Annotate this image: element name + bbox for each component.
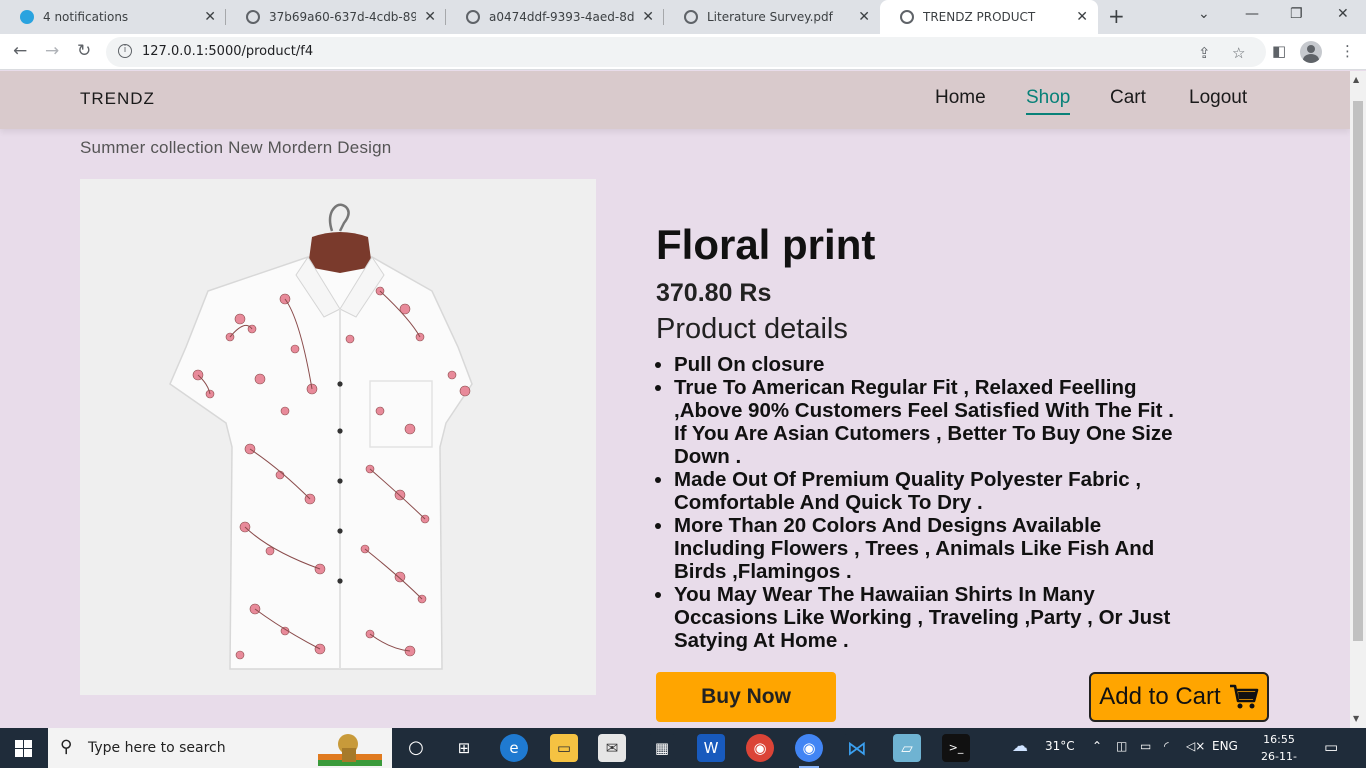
side-panel-icon[interactable]: ◧ (1272, 42, 1286, 60)
taskbar-clock[interactable]: 16:55 26-11-2022 (1255, 731, 1303, 768)
tab-uuid-2[interactable]: a0474ddf-9393-4aed-8d2b-6 ✕ (446, 0, 664, 34)
tab-title: TRENDZ PRODUCT (923, 10, 1036, 24)
tab-title: Literature Survey.pdf (707, 10, 833, 24)
add-to-cart-button[interactable]: Add to Cart (1089, 672, 1269, 722)
list-item: Pull On closure (674, 353, 1184, 376)
close-tab-icon[interactable]: ✕ (424, 9, 436, 25)
profile-avatar-icon[interactable] (1300, 41, 1322, 63)
bookmark-star-icon[interactable]: ☆ (1232, 44, 1245, 62)
windows-taskbar: ⚲ Type here to search ○ ⊞ e ▭ ✉ ▦ W ◉ ◉ … (0, 728, 1366, 768)
battery-icon[interactable]: ▭ (1140, 739, 1151, 753)
minimize-icon[interactable]: — (1245, 6, 1259, 22)
restore-icon[interactable]: ❐ (1290, 6, 1303, 22)
shopping-cart-icon (1229, 684, 1259, 709)
product-image (80, 179, 596, 695)
nav-home[interactable]: Home (935, 87, 986, 109)
product-price: 370.80 Rs (656, 279, 772, 307)
url-text[interactable]: 127.0.0.1:5000/product/f4 (142, 44, 313, 59)
product-details-heading: Product details (656, 313, 848, 345)
nav-logout[interactable]: Logout (1189, 87, 1247, 109)
meet-now-icon[interactable]: ◫ (1116, 739, 1127, 753)
close-window-icon[interactable]: ✕ (1337, 6, 1349, 22)
reload-icon[interactable]: ↻ (77, 41, 91, 61)
widgets-icon[interactable]: ⊞ (450, 734, 478, 762)
close-tab-icon[interactable]: ✕ (858, 9, 870, 25)
tab-title: a0474ddf-9393-4aed-8d2b-6 (489, 10, 635, 24)
nav-cart[interactable]: Cart (1110, 87, 1146, 109)
search-placeholder: Type here to search (88, 740, 226, 756)
globe-icon (684, 10, 698, 24)
taskbar-search-box[interactable]: ⚲ Type here to search (48, 728, 392, 768)
file-explorer-icon[interactable]: ▭ (550, 734, 578, 762)
task-view-icon[interactable]: ○ (402, 734, 430, 762)
telegram-icon (20, 10, 34, 24)
site-header: TRENDZ Home Shop Cart Logout (0, 71, 1350, 129)
tab-literature-survey[interactable]: Literature Survey.pdf ✕ (664, 0, 880, 34)
tab-notifications[interactable]: 4 notifications ✕ (0, 0, 226, 34)
tray-chevron-up-icon[interactable]: ⌃ (1092, 739, 1102, 753)
new-tab-icon[interactable]: + (1108, 4, 1125, 28)
tab-title: 4 notifications (43, 10, 129, 24)
scroll-thumb[interactable] (1353, 101, 1363, 641)
language-indicator[interactable]: ENG (1212, 739, 1238, 753)
page-scrollbar[interactable]: ▲ ▼ (1350, 71, 1366, 728)
chrome-icon[interactable]: ◉ (795, 734, 823, 768)
product-page: TRENDZ Home Shop Cart Logout Summer coll… (0, 71, 1350, 728)
globe-icon (900, 10, 914, 24)
share-icon[interactable]: ⇪ (1198, 44, 1211, 62)
scroll-up-icon[interactable]: ▲ (1353, 75, 1359, 84)
notes-app-icon[interactable]: ▱ (893, 734, 921, 762)
windows-start-icon[interactable] (15, 740, 32, 757)
list-item: Made Out Of Premium Quality Polyester Fa… (674, 468, 1184, 514)
back-icon[interactable]: ← (13, 41, 27, 61)
vscode-icon[interactable]: ⋈ (843, 734, 871, 762)
weather-cloud-icon[interactable]: ☁ (1012, 736, 1028, 755)
mail-icon[interactable]: ✉ (598, 734, 626, 762)
clock-date: 26-11-2022 (1261, 750, 1297, 768)
list-item: You May Wear The Hawaiian Shirts In Many… (674, 583, 1184, 652)
wifi-icon[interactable]: ◜ (1164, 739, 1169, 753)
terminal-icon[interactable]: >_ (942, 734, 970, 762)
menu-kebab-icon[interactable]: ⋮ (1340, 42, 1355, 60)
chrome-profile-icon[interactable]: ◉ (746, 734, 774, 762)
edge-icon[interactable]: e (500, 734, 528, 762)
browser-toolbar: ← → ↻ i 127.0.0.1:5000/product/f4 ⇪ ☆ ◧ … (0, 34, 1366, 70)
site-logo[interactable]: TRENDZ (80, 89, 155, 109)
product-details-list: Pull On closure True To American Regular… (674, 353, 1184, 652)
collection-tagline: Summer collection New Mordern Design (80, 138, 392, 157)
list-item: More Than 20 Colors And Designs Availabl… (674, 514, 1184, 583)
notification-center-icon[interactable]: ▭ (1324, 738, 1338, 756)
browser-tab-strip: 4 notifications ✕ 37b69a60-637d-4cdb-890… (0, 0, 1366, 34)
floral-shirt-image (169, 203, 473, 670)
tab-uuid-1[interactable]: 37b69a60-637d-4cdb-8903-c ✕ (226, 0, 446, 34)
tab-trendz-product[interactable]: TRENDZ PRODUCT ✕ (880, 0, 1098, 34)
product-title: Floral print (656, 221, 876, 268)
weather-temperature[interactable]: 31°C (1045, 739, 1075, 753)
scroll-down-icon[interactable]: ▼ (1353, 714, 1359, 723)
microsoft-store-icon[interactable]: ▦ (648, 734, 676, 762)
close-tab-icon[interactable]: ✕ (1076, 9, 1088, 25)
globe-icon (466, 10, 480, 24)
word-icon[interactable]: W (697, 734, 725, 762)
forward-icon[interactable]: → (45, 41, 59, 61)
search-icon: ⚲ (60, 737, 73, 757)
close-tab-icon[interactable]: ✕ (642, 9, 654, 25)
add-to-cart-label: Add to Cart (1099, 683, 1221, 710)
buy-now-button[interactable]: Buy Now (656, 672, 836, 722)
close-tab-icon[interactable]: ✕ (204, 9, 216, 25)
globe-icon (246, 10, 260, 24)
tab-title: 37b69a60-637d-4cdb-8903-c (269, 10, 417, 24)
list-item: True To American Regular Fit , Relaxed F… (674, 376, 1184, 468)
tab-search-icon[interactable]: ⌄ (1198, 6, 1210, 22)
site-info-icon[interactable]: i (118, 44, 132, 58)
nav-shop[interactable]: Shop (1026, 87, 1071, 115)
clock-time: 16:55 (1263, 733, 1295, 746)
search-highlight-art-icon (318, 734, 382, 766)
speaker-icon[interactable]: ◁× (1186, 739, 1205, 753)
address-bar[interactable]: i 127.0.0.1:5000/product/f4 ⇪ ☆ (106, 37, 1266, 67)
